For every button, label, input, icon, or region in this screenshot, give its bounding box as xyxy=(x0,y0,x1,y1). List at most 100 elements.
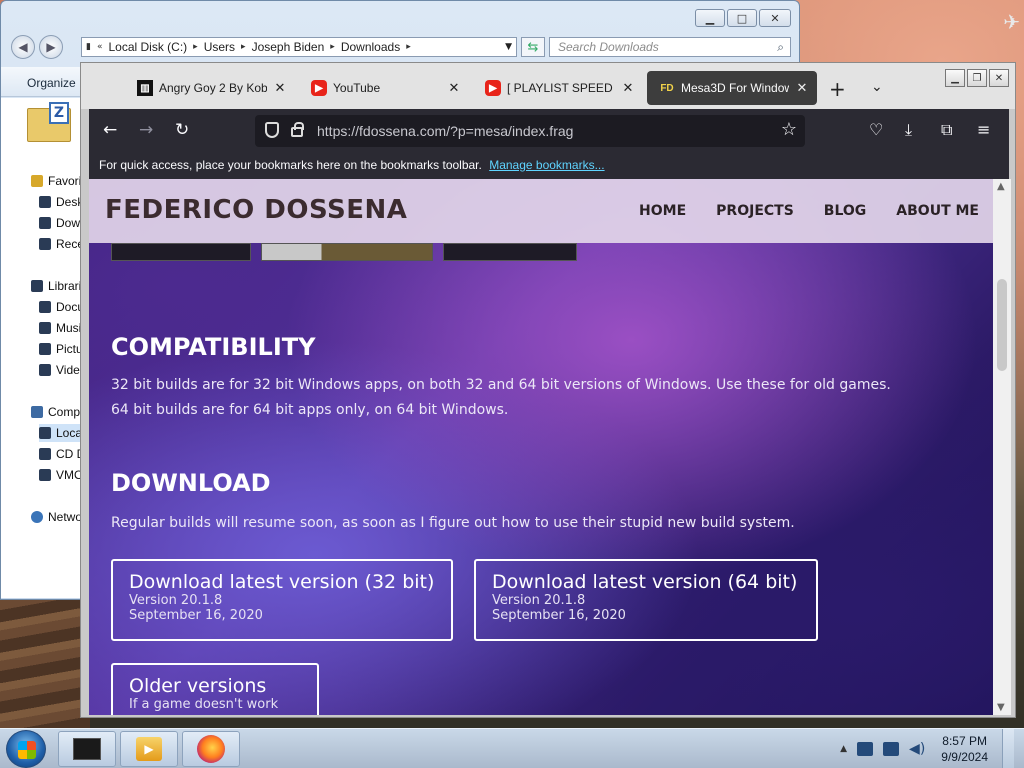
page-scrollbar[interactable]: ▲ ▼ xyxy=(993,179,1011,715)
taskbar-firefox-button[interactable] xyxy=(182,731,240,767)
back-icon[interactable]: ← xyxy=(103,120,117,140)
nav-about-me[interactable]: ABOUT ME xyxy=(896,203,979,219)
close-tab-icon[interactable]: ✕ xyxy=(447,80,461,96)
tab-playlist[interactable]: ▶ [ PLAYLIST SPEED UP ✕ xyxy=(473,71,643,105)
show-hidden-icons-icon[interactable]: ▲ xyxy=(840,744,847,754)
recent-icon xyxy=(39,238,51,250)
breadcrumb-separator-icon[interactable]: ▸ xyxy=(241,42,246,52)
downloads-icon xyxy=(39,217,51,229)
new-tab-button[interactable]: + xyxy=(829,77,846,101)
forward-icon[interactable]: → xyxy=(139,120,153,140)
tree-item-vmos[interactable]: VMOS xyxy=(39,466,83,484)
tree-item-videos[interactable]: Videos xyxy=(39,361,83,379)
pictures-icon xyxy=(39,343,51,355)
breadcrumb-item[interactable]: Users xyxy=(204,40,235,54)
downloads-icon[interactable]: ⤓ xyxy=(905,120,912,140)
breadcrumb-separator-icon[interactable]: ▸ xyxy=(193,42,198,52)
restore-button[interactable]: ❐ xyxy=(967,69,987,87)
address-bar[interactable]: ▮ « Local Disk (C:) ▸ Users ▸ Joseph Bid… xyxy=(81,37,517,57)
search-input[interactable]: Search Downloads ⌕ xyxy=(549,37,791,57)
download-date: September 16, 2020 xyxy=(129,608,263,623)
pocket-icon[interactable]: ♡ xyxy=(869,120,883,139)
thumbnail-image[interactable] xyxy=(261,243,433,261)
nav-blog[interactable]: BLOG xyxy=(824,203,867,219)
tree-item-network[interactable]: Network xyxy=(31,508,83,526)
close-tab-icon[interactable]: ✕ xyxy=(273,80,287,96)
url-text[interactable]: https://fdossena.com/?p=mesa/index.frag xyxy=(317,123,573,139)
breadcrumb-item[interactable]: Downloads xyxy=(341,40,400,54)
tree-item-cd-drive[interactable]: CD Drive xyxy=(39,445,83,463)
nav-projects[interactable]: PROJECTS xyxy=(716,203,794,219)
reload-icon[interactable]: ↻ xyxy=(175,120,189,140)
clock[interactable]: 8:57 PM 9/9/2024 xyxy=(941,733,988,765)
minimize-button[interactable]: ▁ xyxy=(945,69,965,87)
close-tab-icon[interactable]: ✕ xyxy=(621,80,635,96)
breadcrumb-item[interactable]: Joseph Biden xyxy=(252,40,325,54)
refresh-button[interactable]: ⇆ xyxy=(521,37,545,57)
clock-time: 8:57 PM xyxy=(942,734,987,748)
breadcrumb-separator-icon[interactable]: ▸ xyxy=(330,42,335,52)
web-page: FEDERICO DOSSENA HOME PROJECTS BLOG ABOU… xyxy=(89,179,993,715)
tree-item-computer[interactable]: Computer xyxy=(31,403,83,421)
tree-item-downloads[interactable]: Downloads xyxy=(39,214,83,232)
maximize-button[interactable]: □ xyxy=(727,9,757,27)
dropdown-arrow-icon[interactable]: ▼ xyxy=(505,42,512,52)
scrollbar-thumb[interactable] xyxy=(997,279,1007,371)
tree-item-pictures[interactable]: Pictures xyxy=(39,340,83,358)
menu-icon[interactable]: ≡ xyxy=(977,120,990,139)
search-icon[interactable]: ⌕ xyxy=(777,40,784,55)
taskbar-media-button[interactable]: ▶ xyxy=(120,731,178,767)
forward-button[interactable]: ▶ xyxy=(39,35,63,59)
breadcrumb-item[interactable]: Local Disk (C:) xyxy=(108,40,187,54)
organize-menu[interactable]: Organize xyxy=(27,76,76,90)
breadcrumb-separator-icon[interactable]: ▸ xyxy=(406,42,411,52)
library-icon xyxy=(31,280,43,292)
close-tab-icon[interactable]: ✕ xyxy=(795,80,809,96)
network-tray-icon[interactable] xyxy=(883,742,900,756)
action-center-icon[interactable] xyxy=(857,742,874,756)
tree-item-music[interactable]: Music xyxy=(39,319,83,337)
explorer-nav-buttons: ◀ ▶ xyxy=(11,35,63,59)
back-button[interactable]: ◀ xyxy=(11,35,35,59)
tab-youtube[interactable]: ▶ YouTube ✕ xyxy=(299,71,469,105)
extensions-icon[interactable]: ⧉ xyxy=(941,120,952,140)
tab-angry-goy[interactable]: ▥ Angry Goy 2 By Kobra ✕ xyxy=(125,71,295,105)
tab-mesa3d[interactable]: FD Mesa3D For Windows ✕ xyxy=(647,71,817,105)
minimize-button[interactable]: ▁ xyxy=(695,9,725,27)
overflow-chevron-icon[interactable]: « xyxy=(97,42,103,52)
list-all-tabs-button[interactable]: ⌄ xyxy=(871,79,883,95)
tree-item-local-disk[interactable]: Local Disk (C:) xyxy=(39,424,83,442)
windows-logo-icon xyxy=(18,741,36,759)
site-navigation: HOME PROJECTS BLOG ABOUT ME xyxy=(639,203,979,219)
tree-item-recent[interactable]: Recent Places xyxy=(39,235,83,253)
tree-item-desktop[interactable]: Desktop xyxy=(39,193,83,211)
download-intro: Regular builds will resume soon, as soon… xyxy=(111,515,795,531)
zip-folder-icon[interactable]: Z xyxy=(27,102,71,142)
scroll-down-icon[interactable]: ▼ xyxy=(997,702,1005,713)
firefox-icon xyxy=(197,735,225,763)
tree-item-documents[interactable]: Documents xyxy=(39,298,83,316)
tracking-protection-shield-icon[interactable] xyxy=(265,122,279,138)
thumbnail-image[interactable] xyxy=(111,243,251,261)
show-desktop-button[interactable] xyxy=(1002,729,1014,768)
scroll-up-icon[interactable]: ▲ xyxy=(997,181,1005,192)
tree-item-libraries[interactable]: Libraries xyxy=(31,277,83,295)
download-32bit-button[interactable]: Download latest version (32 bit) Version… xyxy=(111,559,453,641)
manage-bookmarks-link[interactable]: Manage bookmarks... xyxy=(489,158,604,172)
taskbar-cmd-button[interactable] xyxy=(58,731,116,767)
tree-item-favorites[interactable]: Favorites xyxy=(31,172,83,190)
start-button[interactable] xyxy=(6,730,46,768)
lock-icon[interactable] xyxy=(291,122,304,137)
thumbnail-image[interactable] xyxy=(443,243,577,261)
close-button[interactable]: ✕ xyxy=(759,9,791,27)
site-title[interactable]: FEDERICO DOSSENA xyxy=(105,195,407,225)
older-versions-button[interactable]: Older versions If a game doesn't work xyxy=(111,663,319,715)
volume-icon[interactable]: ◀) xyxy=(909,741,925,757)
download-64bit-button[interactable]: Download latest version (64 bit) Version… xyxy=(474,559,818,641)
older-versions-subtitle: If a game doesn't work xyxy=(129,697,279,712)
tab-label: [ PLAYLIST SPEED UP xyxy=(507,81,615,95)
bookmark-star-icon[interactable]: ☆ xyxy=(781,119,797,140)
nav-home[interactable]: HOME xyxy=(639,203,686,219)
close-button[interactable]: ✕ xyxy=(989,69,1009,87)
url-bar[interactable]: https://fdossena.com/?p=mesa/index.frag … xyxy=(255,115,805,147)
